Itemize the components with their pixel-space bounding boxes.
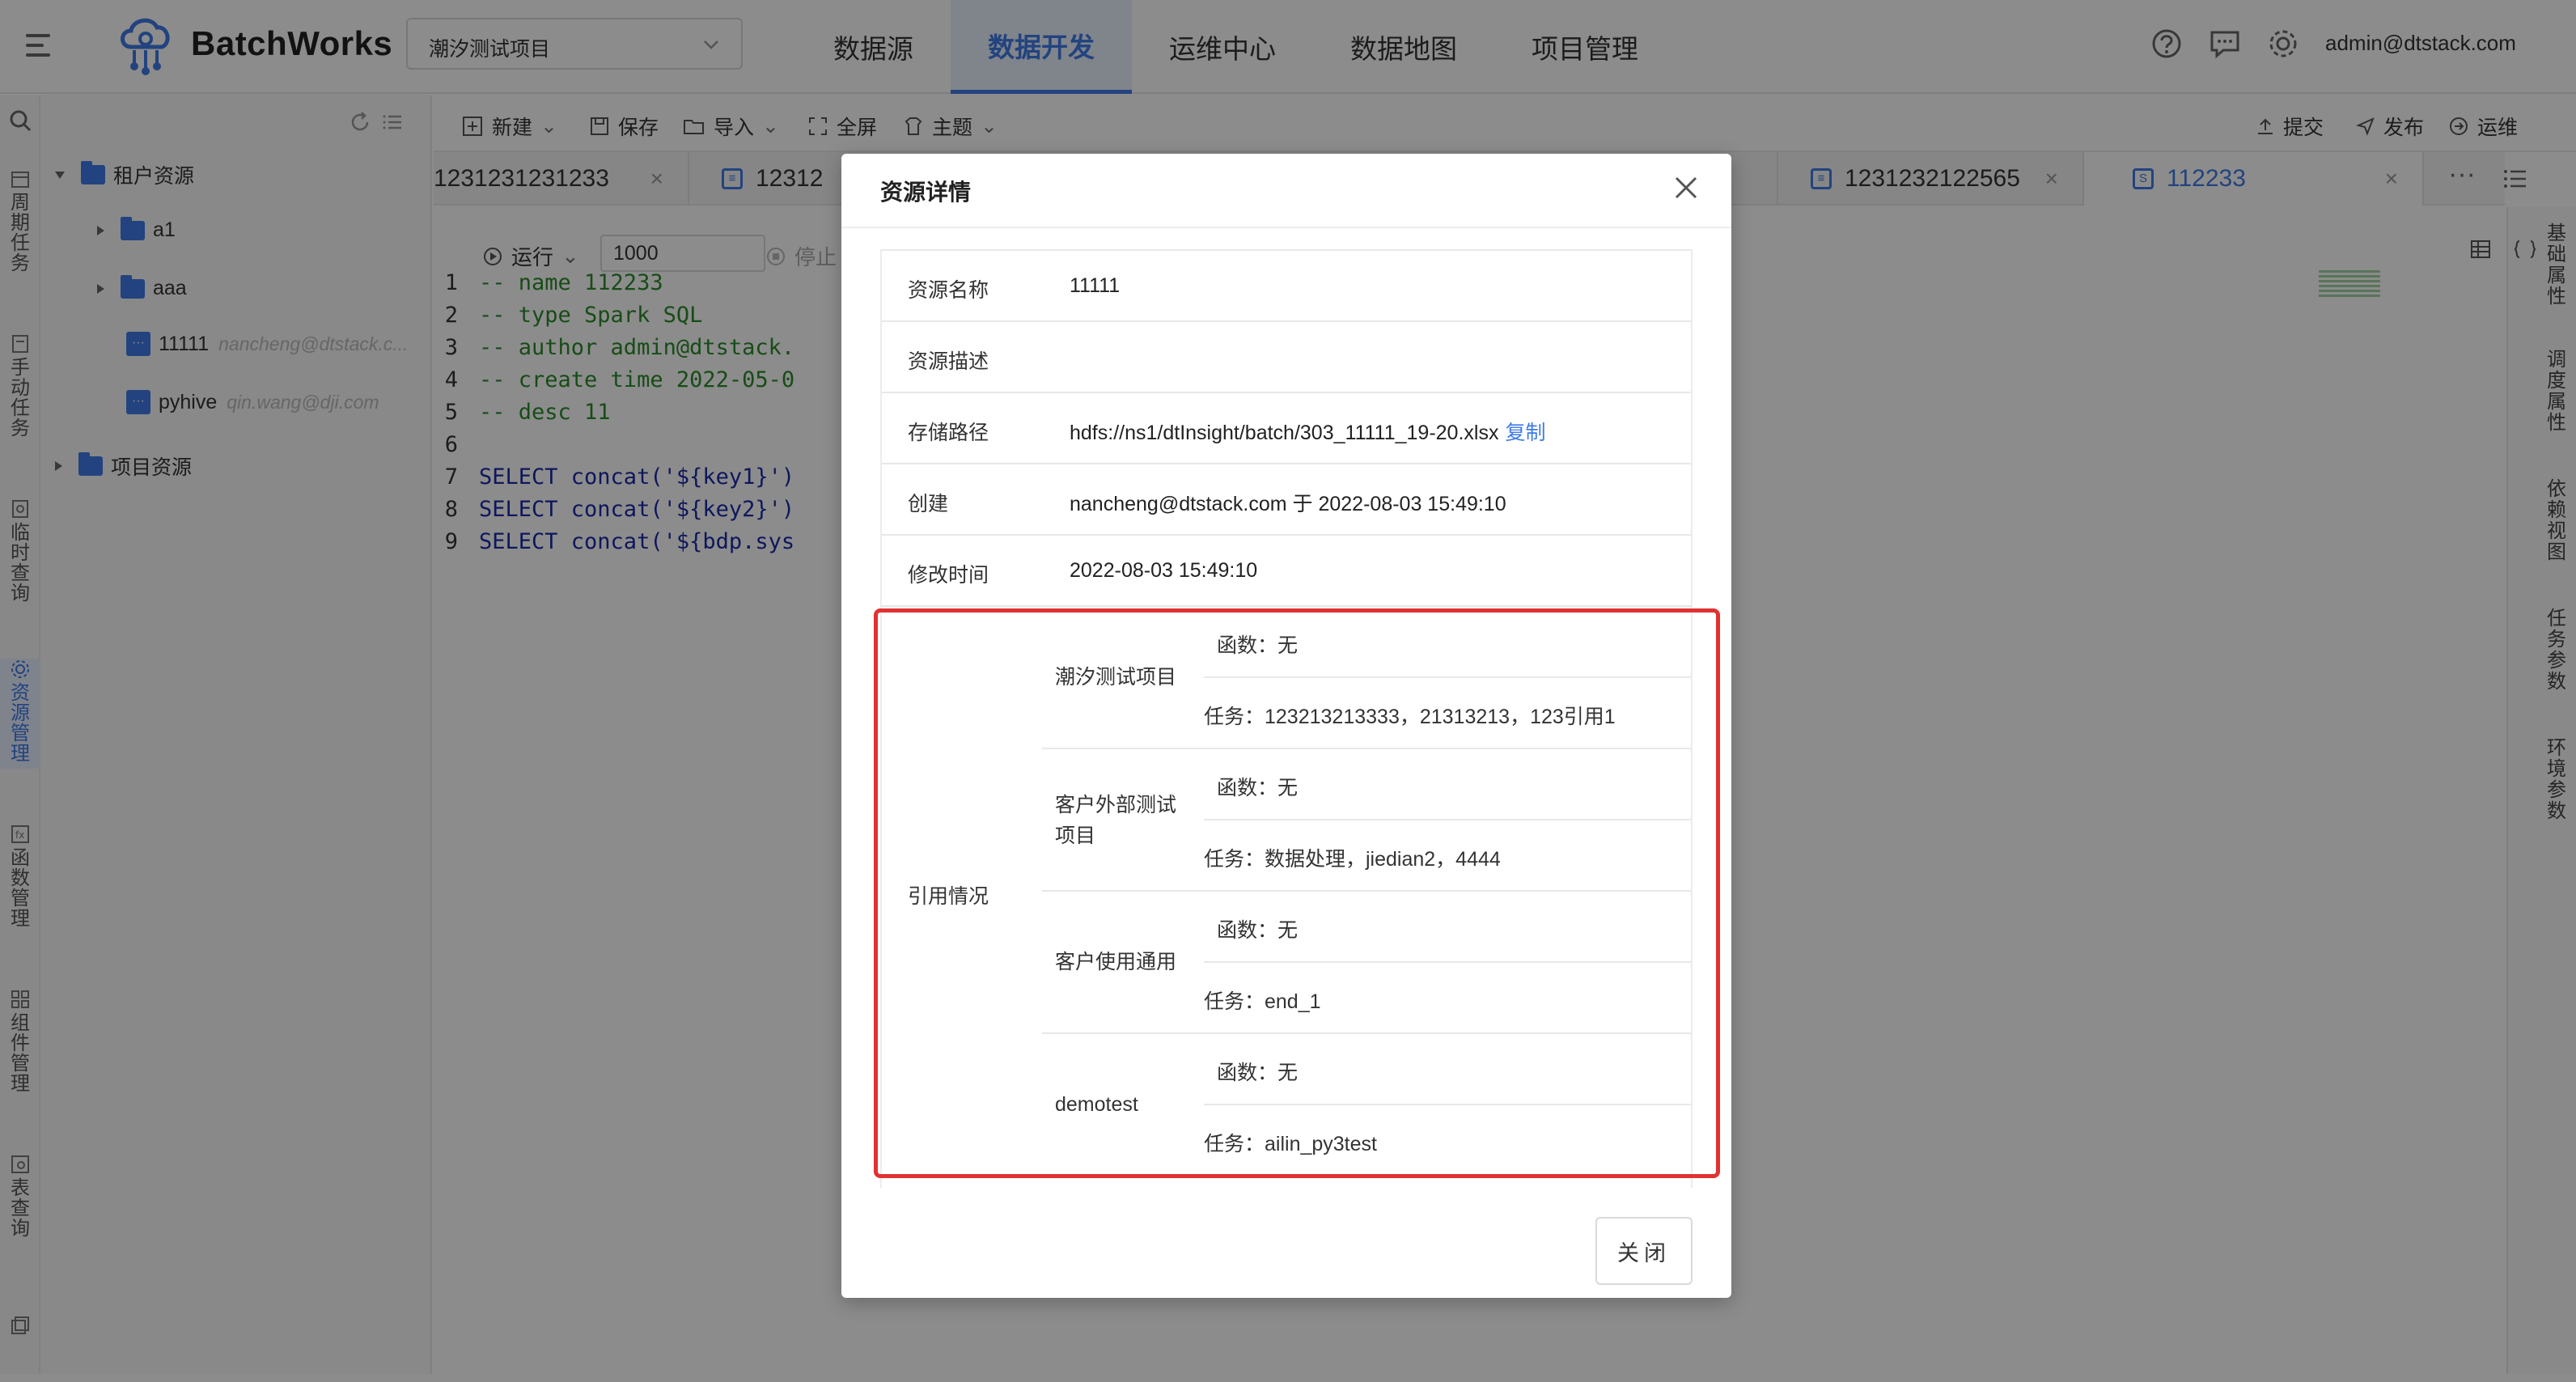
reference-label: 引用情况 (908, 885, 989, 908)
reference-project-name: 客户使用通用 (1055, 951, 1177, 973)
reference-functions: 函数：无 (1217, 919, 1299, 942)
field-label: 创建 (908, 493, 949, 515)
field-value: nancheng@dtstack.com 于 2022-08-03 15:49:… (1070, 493, 1506, 515)
resource-info-table: 资源名称 11111 资源描述 存储路径 hdfs://ns1/dtInsight/… (882, 249, 1691, 607)
close-button[interactable]: 关闭 (1595, 1217, 1693, 1285)
reference-project-name: 潮汐测试项目 (1055, 666, 1177, 689)
reference-project-name: demotest (1055, 1093, 1138, 1116)
row-modified: 修改时间 2022-08-03 15:49:10 (882, 536, 1691, 607)
reference-project: 潮汐测试项目 函数：无 任务：123213213333，21313213，123… (1042, 607, 1691, 749)
modal-title: 资源详情 (880, 180, 972, 205)
field-value: 2022-08-03 15:49:10 (1070, 559, 1258, 582)
field-label: 资源描述 (908, 350, 989, 373)
field-label: 存储路径 (908, 422, 989, 444)
reference-functions: 函数：无 (1217, 1062, 1299, 1084)
reference-project: 客户使用通用 函数：无 任务：end_1 (1042, 892, 1691, 1034)
reference-tasks: 任务：ailin_py3test (1204, 1133, 1377, 1155)
field-value: 11111 (1070, 274, 1121, 297)
row-storage-path: 存储路径 hdfs://ns1/dtInsight/batch/303_11111… (882, 393, 1691, 464)
field-label: 资源名称 (908, 279, 989, 302)
reference-section: 引用情况 潮汐测试项目 函数：无 任务：123213213333，2131321… (882, 607, 1691, 1173)
field-label: 修改时间 (908, 564, 989, 587)
resource-detail-modal: 资源详情 资源名称 11111 资源描述 存储路径 hdfs://ns1/dtIns… (841, 154, 1731, 1298)
reference-project: 客户外部测试项目 函数：无 任务：数据处理，jiedian2，4444 (1042, 749, 1691, 892)
field-value: hdfs://ns1/dtInsight/batch/303_11111_19-… (1070, 422, 1499, 444)
row-resource-desc: 资源描述 (882, 322, 1691, 393)
reference-project: demotest 函数：无 任务：ailin_py3test (1042, 1034, 1691, 1176)
reference-tasks: 任务：end_1 (1204, 990, 1321, 1013)
reference-tasks: 任务：123213213333，21313213，123引用1 (1204, 706, 1616, 728)
close-icon[interactable] (1668, 170, 1704, 206)
copy-link[interactable]: 复制 (1505, 422, 1545, 444)
reference-functions: 函数：无 (1217, 634, 1299, 657)
row-resource-name: 资源名称 11111 (882, 251, 1691, 322)
row-created: 创建 nancheng@dtstack.com 于 2022-08-03 15:4… (882, 464, 1691, 536)
reference-project-name: 客户外部测试项目 (1055, 794, 1177, 847)
reference-functions: 函数：无 (1217, 777, 1299, 799)
resource-detail-body: 资源名称 11111 资源描述 存储路径 hdfs://ns1/dtInsight/… (880, 249, 1693, 1188)
reference-tasks: 任务：数据处理，jiedian2，4444 (1204, 848, 1501, 871)
